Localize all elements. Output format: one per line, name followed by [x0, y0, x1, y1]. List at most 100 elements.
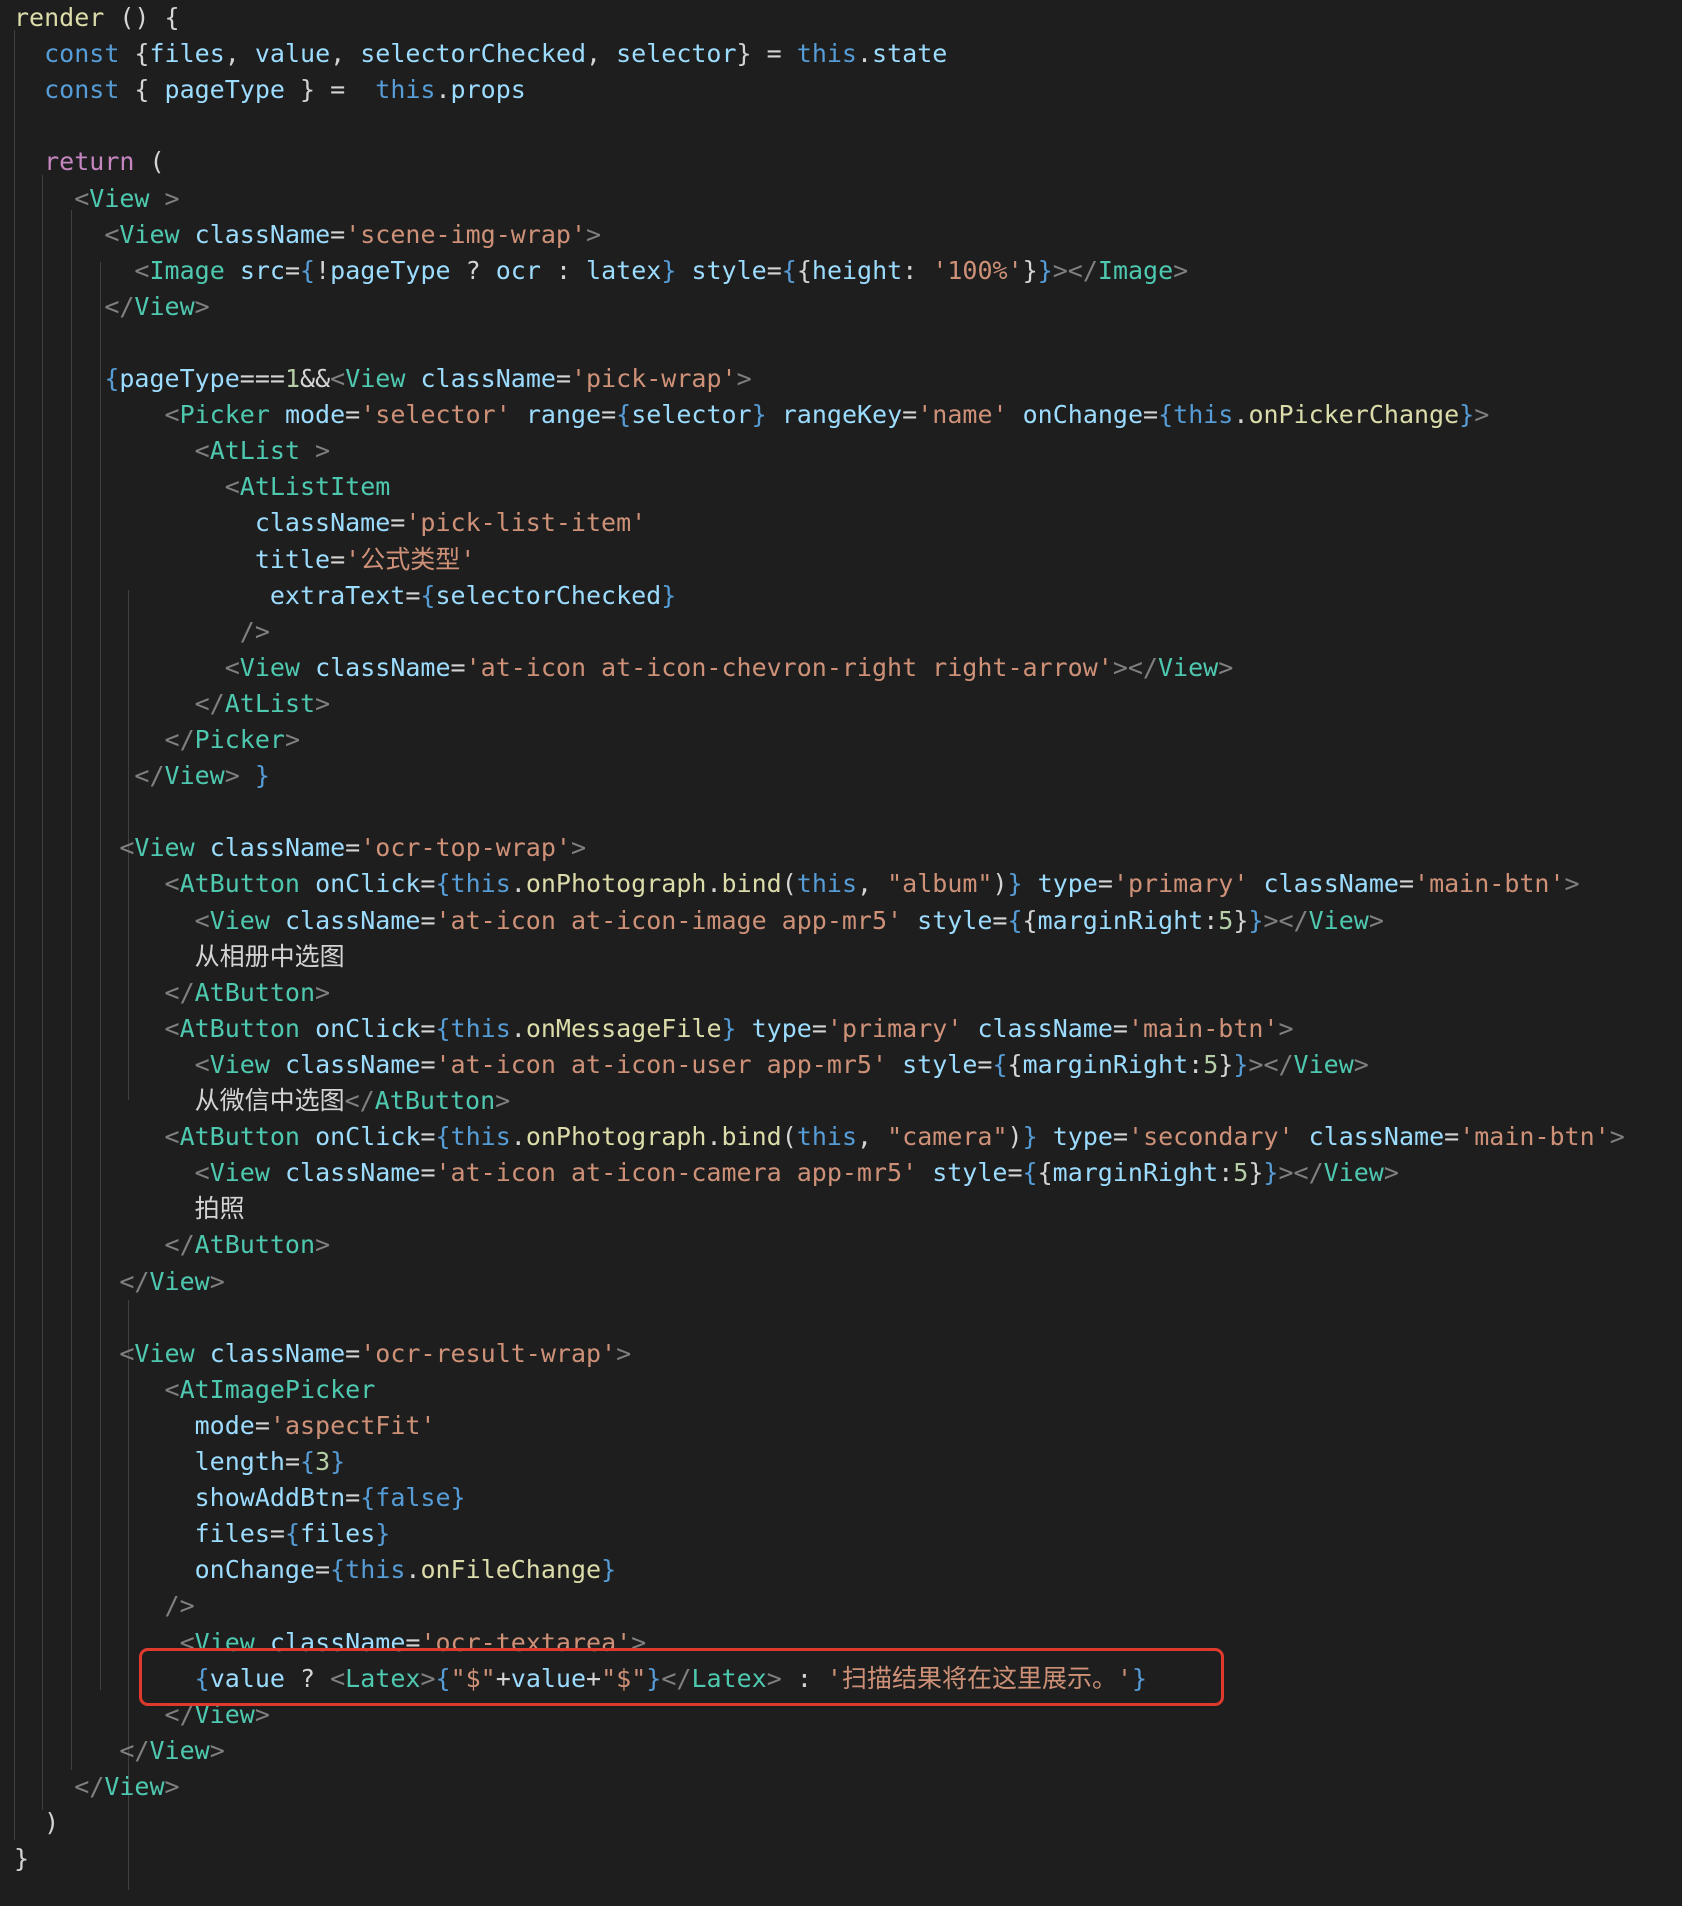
code-token: className [1263, 869, 1399, 899]
code-line: /> [14, 614, 270, 650]
code-token: > [495, 1086, 511, 1115]
code-token: Picker [179, 400, 270, 430]
code-token: style [691, 255, 767, 285]
code-token: View [119, 219, 180, 249]
code-line: </Picker> [14, 722, 300, 758]
code-token: this [450, 869, 511, 899]
code-token: 5 [1218, 905, 1234, 935]
code-token: className [209, 833, 346, 863]
code-token: ( [781, 1122, 797, 1152]
code-token: } [721, 1013, 737, 1043]
code-token: 拍照 [14, 1194, 245, 1224]
code-token: onClick [315, 1013, 421, 1043]
code-editor[interactable]: render () { const {files, value, selecto… [0, 0, 1682, 1906]
code-token: rangeKey [781, 400, 903, 430]
code-token: 1 [284, 364, 301, 393]
code-token: } [1248, 905, 1264, 935]
code-token: . [510, 1122, 526, 1152]
code-token: 'at-icon at-icon-camera app-mr5' [435, 1158, 918, 1188]
code-token: } [254, 761, 270, 791]
code-token: < [224, 652, 240, 682]
code-token: } [661, 255, 677, 285]
code-token: 从相册中选图 [14, 941, 345, 971]
code-token: className [254, 508, 391, 538]
code-token: = [1444, 1122, 1460, 1152]
code-token: . [510, 869, 526, 899]
code-token: selectorChecked [435, 580, 662, 610]
code-token: mode [194, 1410, 255, 1440]
code-token: > [224, 761, 240, 791]
code-token: View [89, 183, 150, 213]
code-token: = [992, 905, 1008, 935]
code-token: ( [134, 147, 165, 177]
code-token: View [209, 1049, 270, 1079]
code-token: < [194, 905, 210, 935]
code-line: <View className='scene-img-wrap'> [14, 217, 601, 253]
code-token: > [1218, 652, 1234, 682]
code-token: = [902, 400, 918, 430]
code-token: 'pick-list-item' [405, 508, 647, 538]
code-token: { [284, 1519, 301, 1549]
code-token: </ [164, 977, 195, 1007]
code-token: 'at-icon at-icon-image app-mr5' [435, 905, 903, 935]
code-line: 拍照 [14, 1191, 245, 1227]
code-token: > [209, 1735, 225, 1765]
code-token: { [992, 1049, 1008, 1079]
code-token: { [119, 75, 165, 105]
code-token: = [330, 544, 346, 574]
code-line: extraText={selectorChecked} [14, 578, 676, 614]
code-line: <View className='ocr-result-wrap'> [14, 1336, 631, 1372]
code-token: 'scene-img-wrap' [345, 219, 587, 249]
code-line: <View > [14, 181, 179, 217]
code-token: . [706, 869, 722, 899]
code-token: = [284, 255, 301, 285]
code-token: . [706, 1122, 722, 1152]
code-token: = [811, 1013, 827, 1043]
code-token: </ [74, 1771, 105, 1801]
code-line: } [14, 1841, 29, 1877]
code-token: { [435, 1122, 451, 1152]
code-token: = [345, 833, 361, 863]
code-token: View [1293, 1049, 1354, 1079]
code-token: < [119, 833, 135, 863]
code-token: = [1097, 869, 1113, 899]
code-token: View [345, 364, 406, 393]
code-token: > [1173, 255, 1189, 285]
code-token: Image [149, 255, 225, 285]
code-token: ></ [1263, 905, 1309, 935]
code-token: onPickerChange [1248, 400, 1460, 430]
code-token: { [1022, 1158, 1038, 1188]
code-token: 'main-btn' [1459, 1122, 1610, 1152]
code-token: ! [315, 255, 331, 285]
code-token: } [330, 1447, 346, 1476]
code-token: { [1022, 905, 1038, 935]
code-line: 从相册中选图 [14, 939, 345, 975]
code-token: selector [631, 400, 752, 430]
code-token: = [254, 1410, 270, 1440]
code-token: 'main-btn' [1127, 1013, 1279, 1043]
code-token: = [1143, 400, 1159, 430]
code-token: { [435, 1013, 451, 1043]
code-token: onChange [1022, 400, 1144, 430]
code-token: 5 [1233, 1158, 1249, 1188]
code-token: = [345, 1483, 361, 1513]
code-token: } [375, 1519, 391, 1549]
code-token: AtButton [194, 1230, 316, 1260]
code-token: : [1218, 1158, 1234, 1188]
code-token: = [555, 364, 571, 393]
code-token: , [857, 869, 888, 899]
code-token: === [239, 364, 285, 393]
code-token: /> [239, 616, 270, 646]
code-line: title='公式类型' [14, 542, 475, 578]
